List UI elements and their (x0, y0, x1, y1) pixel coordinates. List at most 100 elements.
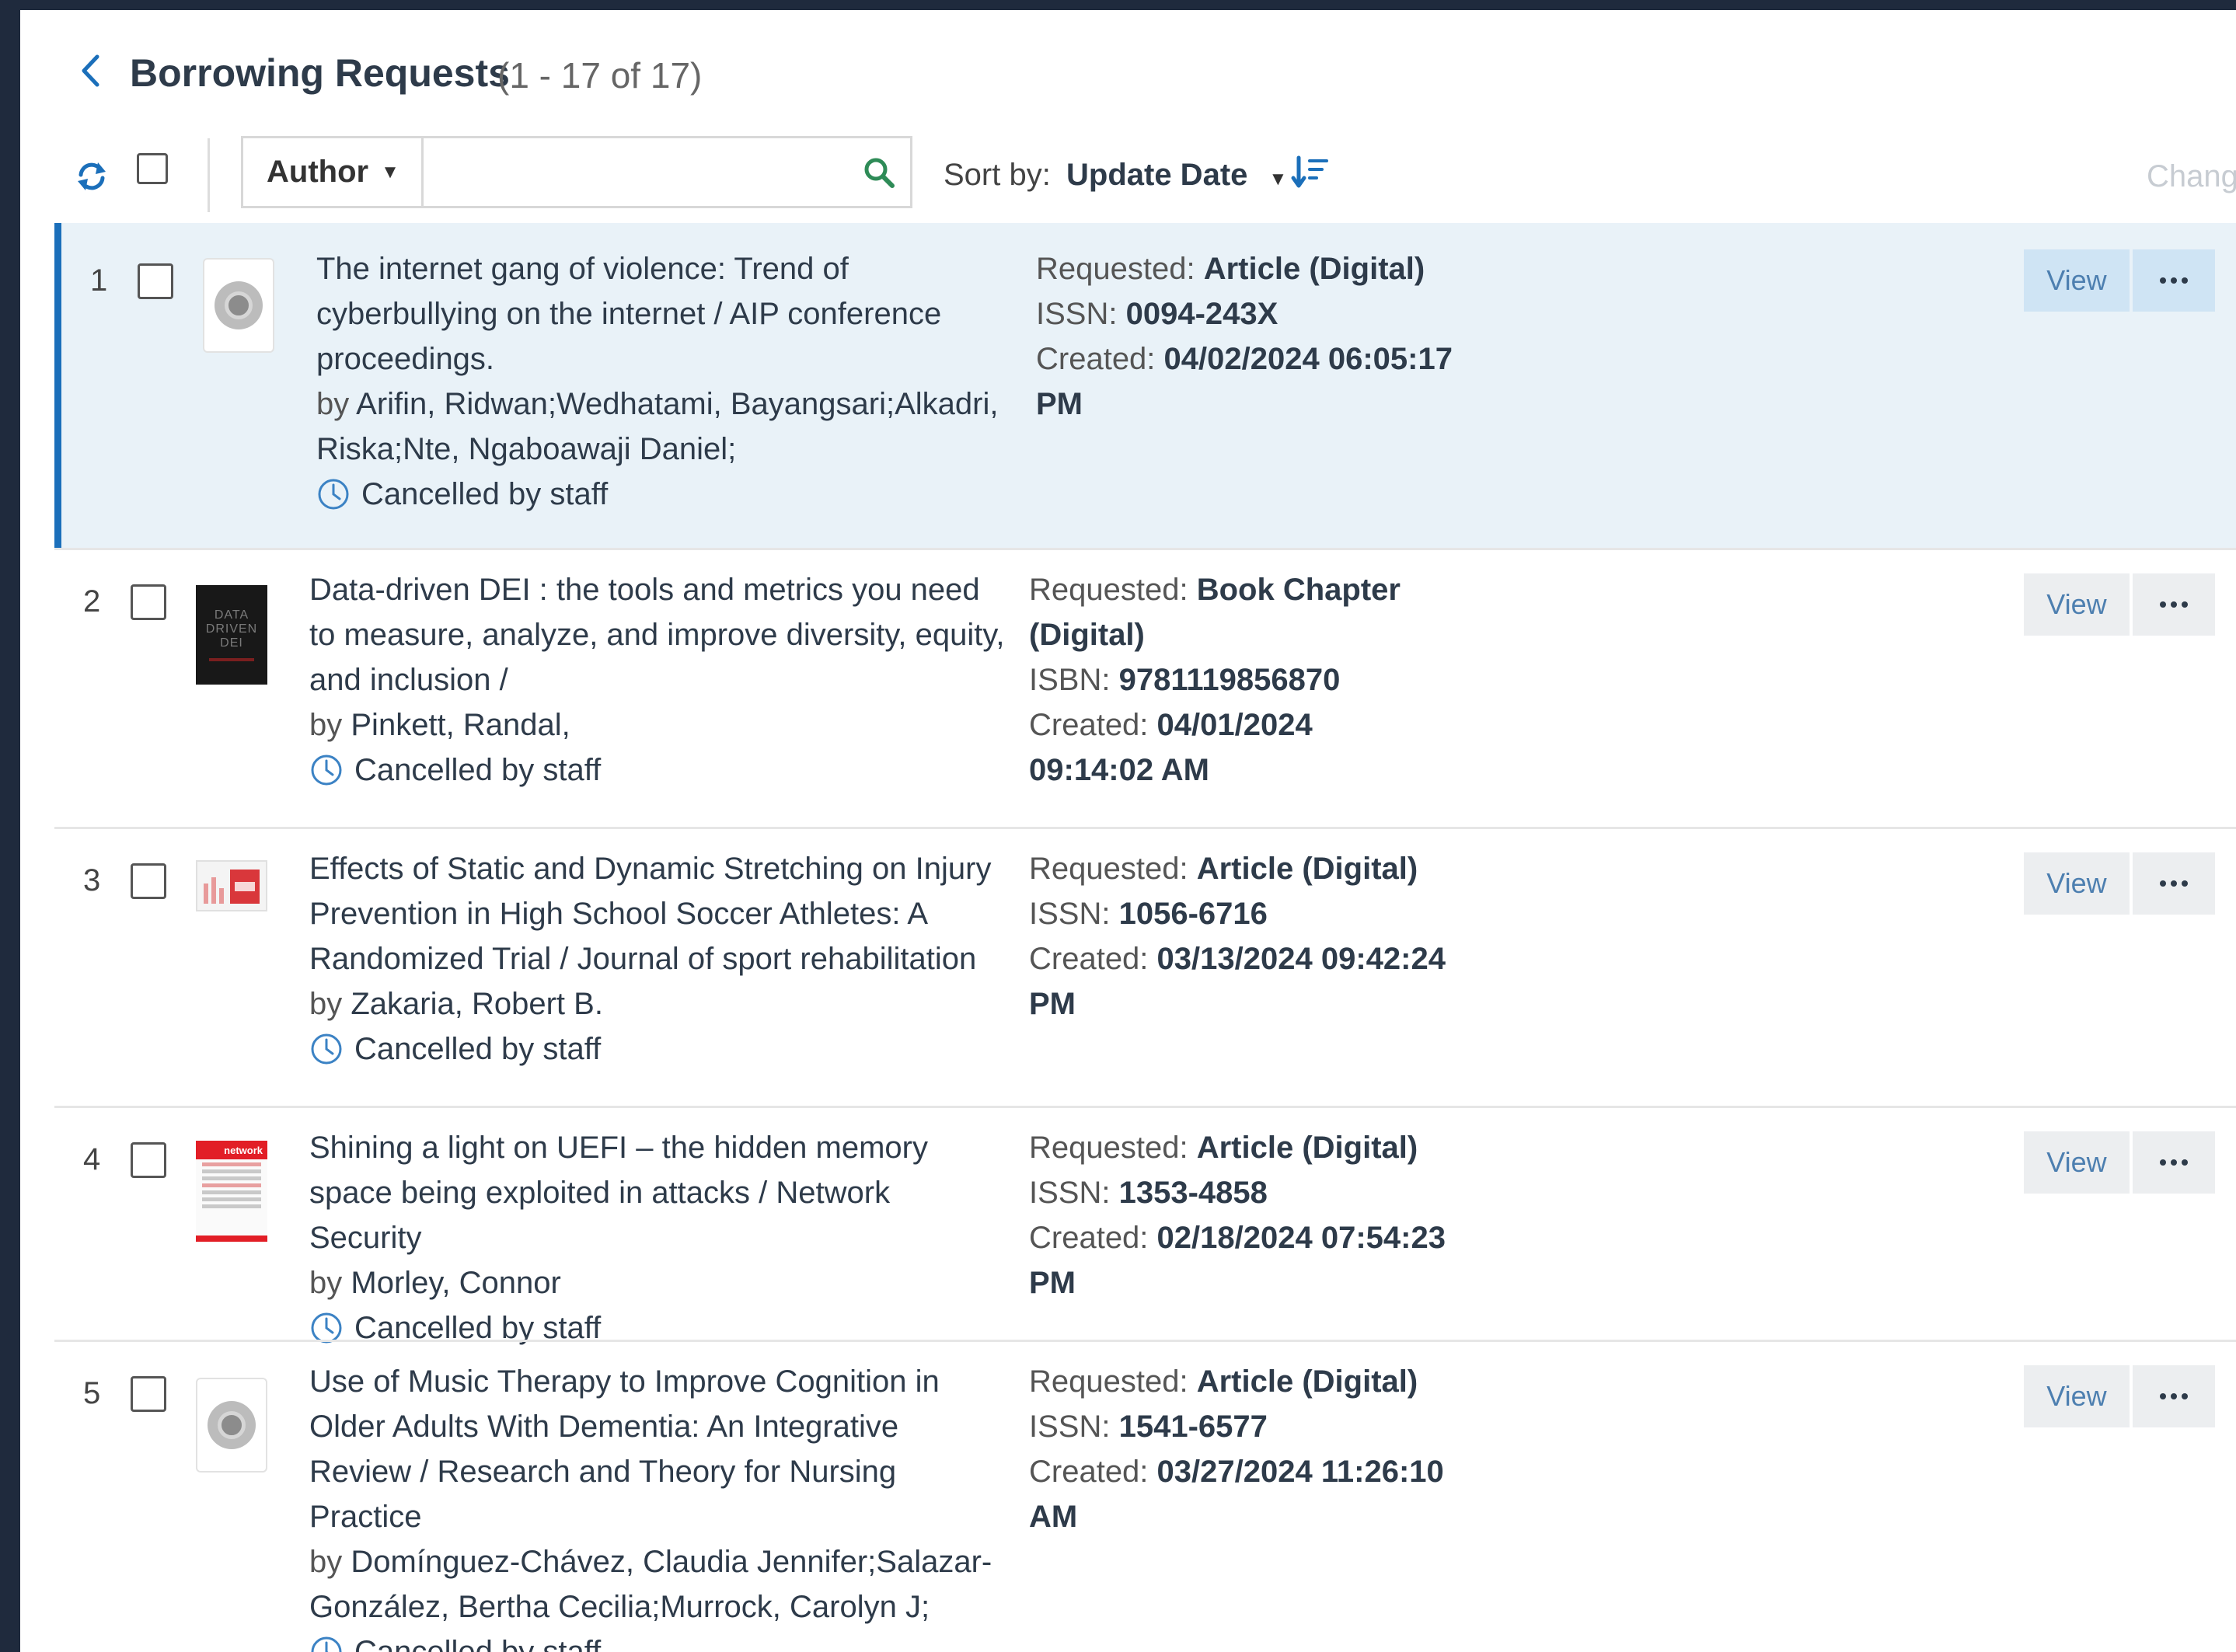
search-input[interactable] (424, 138, 848, 207)
requested-type: Article (Digital) (1196, 852, 1418, 886)
clock-icon (316, 477, 351, 511)
sort-descending-icon[interactable] (1291, 153, 1334, 197)
list-item[interactable]: 4 network Shining a light on UEFI – the … (54, 1108, 2236, 1345)
list-item[interactable]: 2 DATA DRIVEN DEI Data-driven DEI : the … (54, 550, 2236, 827)
journal-thumbnail-image (196, 860, 267, 911)
item-authors: by Zakaria, Robert B. (309, 981, 1009, 1026)
created-label: Created: (1029, 708, 1149, 742)
clock-icon (309, 1032, 344, 1066)
placeholder-cover-icon (196, 1378, 267, 1473)
row-actions: View (2024, 573, 2215, 636)
by-prefix: by (309, 1545, 343, 1579)
item-title[interactable]: Data-driven DEI : the tools and metrics … (309, 567, 1009, 702)
status-line: Cancelled by staff (309, 748, 1009, 793)
identifier-value: 0094-243X (1125, 297, 1278, 331)
list-item[interactable]: 5 Use of Music Therapy to Improve Cognit… (54, 1342, 2236, 1652)
view-button[interactable]: View (2024, 249, 2130, 312)
search-icon[interactable] (848, 138, 910, 206)
result-count: (1 - 17 of 17) (497, 55, 703, 96)
requested-label: Requested: (1036, 252, 1195, 286)
requested-label: Requested: (1029, 1131, 1188, 1165)
view-button[interactable]: View (2024, 573, 2130, 636)
row-index: 3 (83, 863, 101, 897)
status-text: Cancelled by staff (361, 477, 609, 511)
view-button[interactable]: View (2024, 1365, 2130, 1427)
row-index: 4 (83, 1142, 101, 1176)
author-names: Zakaria, Robert B. (351, 987, 603, 1021)
list-item[interactable]: 3 Effects of Static and Dynamic Stretchi… (54, 829, 2236, 1106)
by-prefix: by (316, 387, 350, 421)
view-button[interactable]: View (2024, 852, 2130, 915)
item-title[interactable]: Effects of Static and Dynamic Stretching… (309, 846, 1009, 981)
author-names: Arifin, Ridwan;Wedhatami, Bayangsari;Alk… (316, 387, 999, 466)
page-header: Borrowing Requests (1 - 17 of 17) (20, 10, 2236, 134)
by-prefix: by (309, 1266, 343, 1300)
cover-brand: network (224, 1144, 263, 1156)
search-field-dropdown[interactable]: Author ▼ (243, 138, 424, 206)
author-names: Domínguez-Chávez, Claudia Jennifer;Salaz… (309, 1545, 992, 1624)
row-actions: View (2024, 852, 2215, 915)
chevron-left-icon[interactable] (75, 47, 106, 94)
author-names: Morley, Connor (351, 1266, 561, 1300)
status-line: Cancelled by staff (309, 1026, 1009, 1072)
view-button[interactable]: View (2024, 1131, 2130, 1194)
book-cover-image: DATA DRIVEN DEI (196, 585, 267, 685)
requested-label: Requested: (1029, 852, 1188, 886)
item-title[interactable]: The internet gang of violence: Trend of … (316, 246, 1016, 382)
ellipsis-icon[interactable] (2133, 573, 2215, 636)
identifier-value: 1353-4858 (1118, 1176, 1268, 1210)
item-authors: by Morley, Connor (309, 1260, 1009, 1305)
identifier-label: ISSN: (1029, 1410, 1111, 1444)
ellipsis-icon[interactable] (2133, 1365, 2215, 1427)
row-checkbox[interactable] (131, 1376, 166, 1412)
identifier-label: ISBN: (1029, 663, 1111, 697)
row-checkbox[interactable] (131, 1142, 166, 1178)
requested-type: Article (Digital) (1203, 252, 1425, 286)
select-all-checkbox[interactable] (137, 153, 168, 184)
identifier-label: ISSN: (1036, 297, 1118, 331)
author-names: Pinkett, Randal, (351, 708, 570, 742)
by-prefix: by (309, 987, 343, 1021)
row-checkbox[interactable] (131, 863, 166, 899)
identifier-value: 1056-6716 (1118, 897, 1268, 931)
sort-field-dropdown[interactable]: Update Date ▼ (1066, 158, 1287, 193)
identifier-value: 1541-6577 (1118, 1410, 1268, 1444)
row-actions: View (2024, 1131, 2215, 1194)
clock-icon (309, 1635, 344, 1652)
magazine-cover-image: network (196, 1141, 267, 1242)
requested-type: Article (Digital) (1196, 1131, 1418, 1165)
search-bar: Author ▼ (241, 136, 912, 208)
item-title[interactable]: Use of Music Therapy to Improve Cognitio… (309, 1359, 1009, 1539)
ellipsis-icon[interactable] (2133, 1131, 2215, 1194)
ellipsis-icon[interactable] (2133, 249, 2215, 312)
cover-text: DATA (214, 608, 249, 622)
row-index: 2 (83, 584, 101, 619)
created-label: Created: (1029, 942, 1149, 976)
row-actions: View (2024, 1365, 2215, 1427)
change-link[interactable]: Chang (2147, 159, 2236, 194)
identifier-label: ISSN: (1029, 1176, 1111, 1210)
clock-icon (309, 753, 344, 787)
requested-label: Requested: (1029, 573, 1188, 607)
page-title: Borrowing Requests (130, 51, 510, 95)
item-title[interactable]: Shining a light on UEFI – the hidden mem… (309, 1125, 1009, 1260)
row-checkbox[interactable] (131, 584, 166, 620)
status-text: Cancelled by staff (354, 753, 602, 787)
item-authors: by Arifin, Ridwan;Wedhatami, Bayangsari;… (316, 382, 1016, 472)
caret-down-icon: ▼ (381, 161, 399, 183)
requested-type: Article (Digital) (1196, 1364, 1418, 1399)
identifier-label: ISSN: (1029, 897, 1111, 931)
row-checkbox[interactable] (138, 263, 173, 299)
row-index: 5 (83, 1376, 101, 1410)
created-label: Created: (1036, 342, 1156, 376)
item-authors: by Pinkett, Randal, (309, 702, 1009, 748)
caret-down-icon: ▼ (1268, 169, 1288, 190)
cover-text: DEI (220, 636, 243, 650)
ellipsis-icon[interactable] (2133, 852, 2215, 915)
list-item[interactable]: 1 The internet gang of violence: Trend o… (54, 223, 2236, 548)
created-label: Created: (1029, 1455, 1149, 1489)
created-label: Created: (1029, 1221, 1149, 1255)
list-toolbar: Author ▼ Sort by: Update Date ▼ Chang (20, 134, 2236, 232)
refresh-icon[interactable] (75, 159, 113, 198)
requested-label: Requested: (1029, 1364, 1188, 1399)
